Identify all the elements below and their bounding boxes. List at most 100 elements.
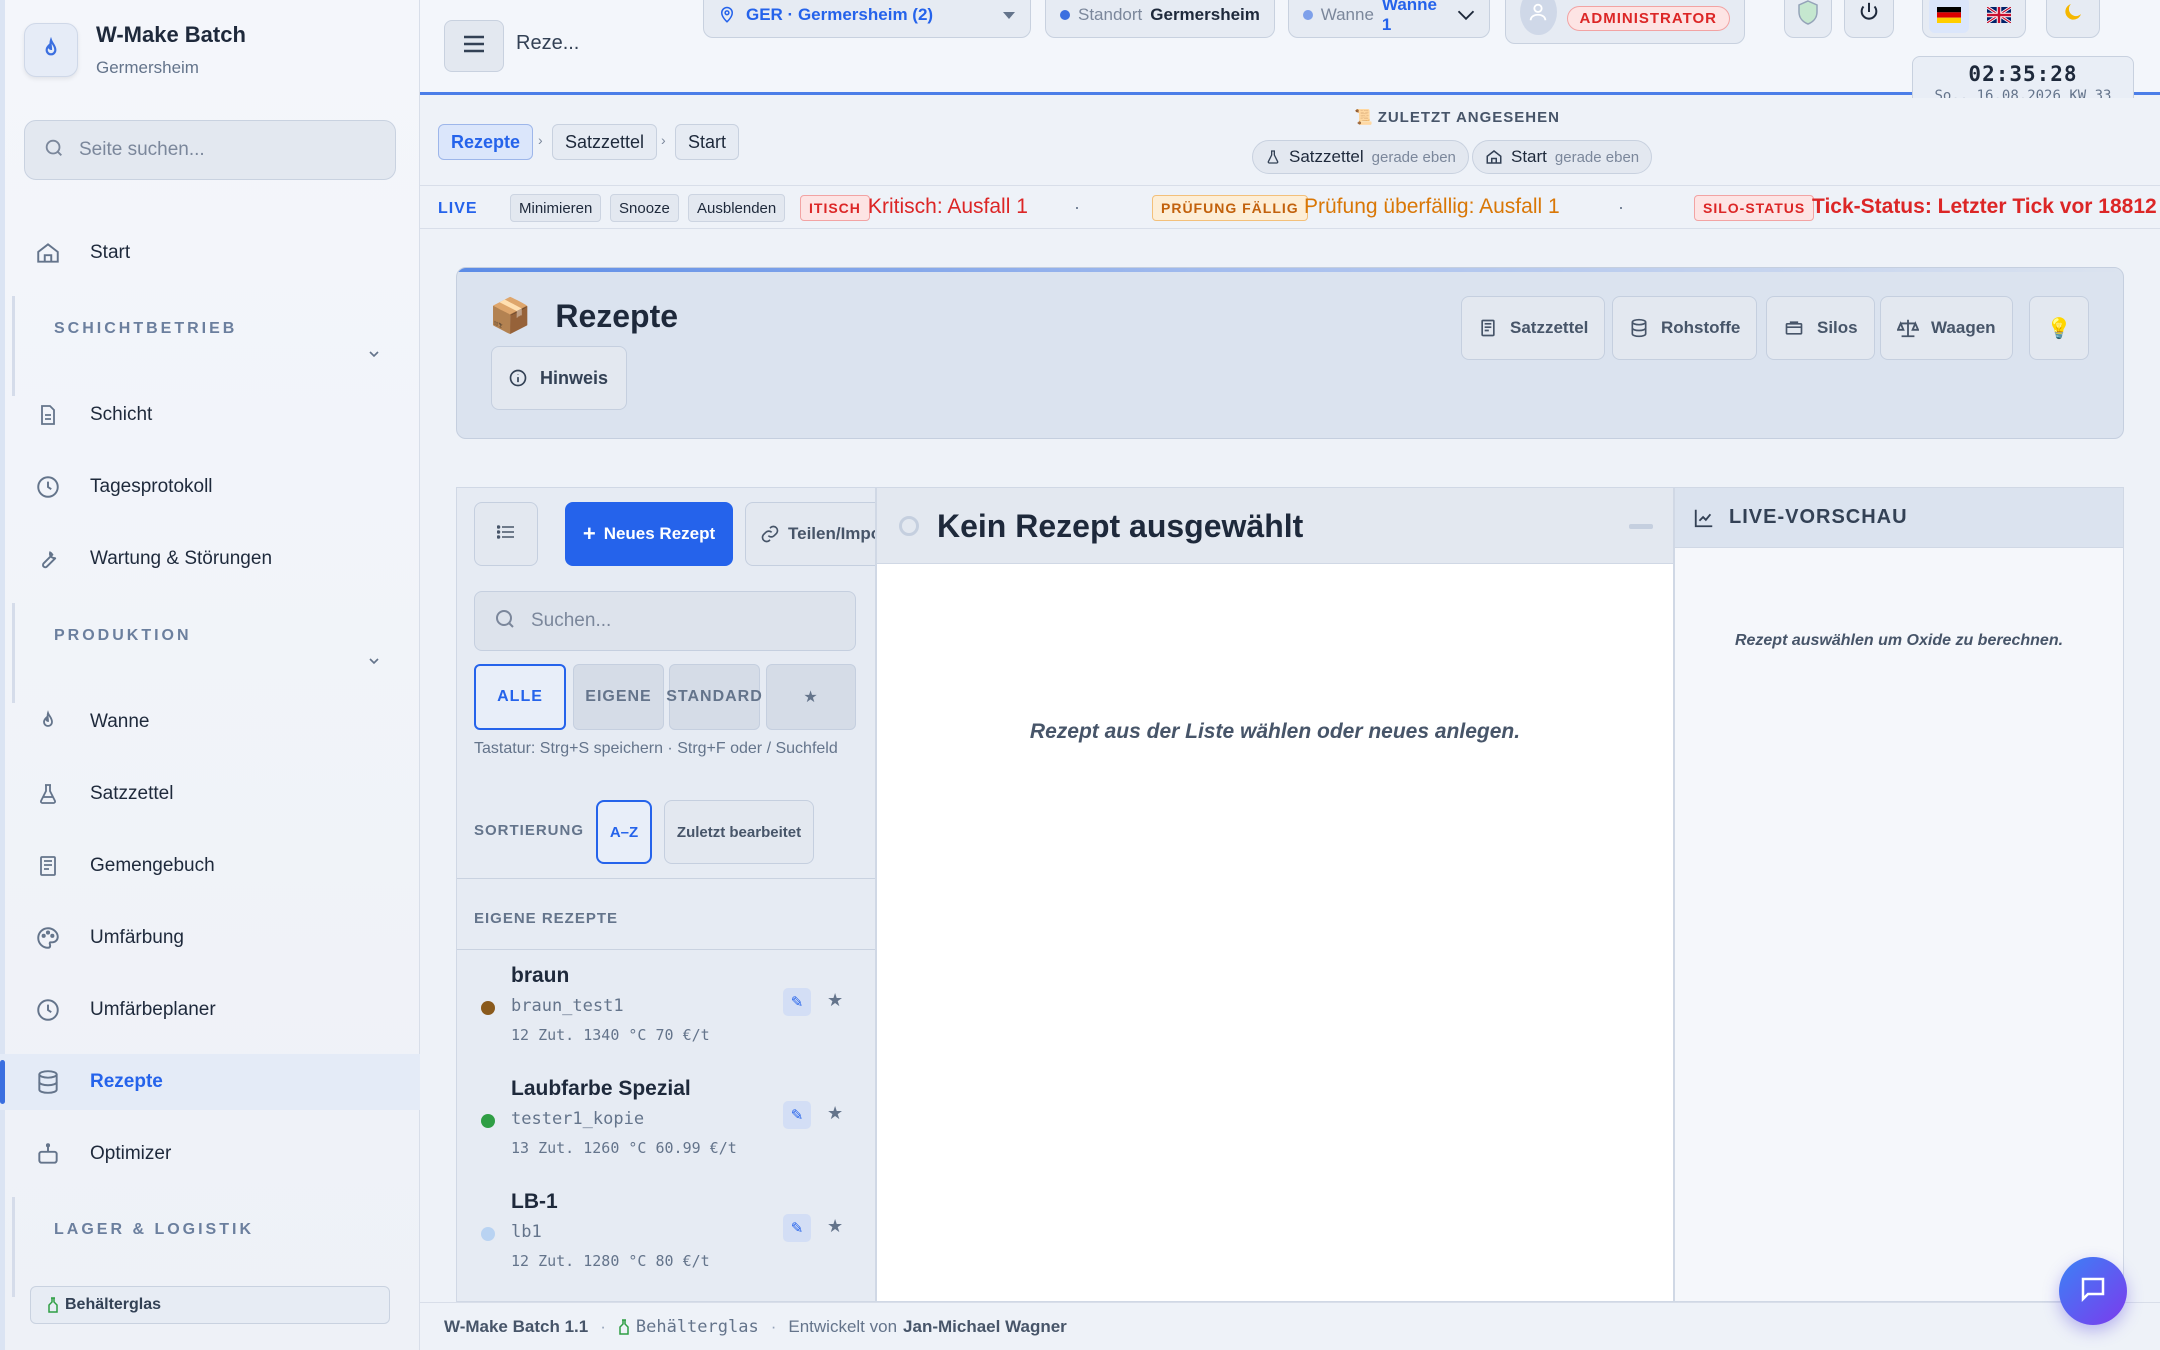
edit-recipe-button[interactable]: ✎: [783, 1214, 811, 1242]
tips-button[interactable]: 💡: [2029, 296, 2089, 360]
recipe-item[interactable]: braun braun_test1 12 Zut. 1340 °C 70 €/t…: [457, 950, 875, 1060]
minimize-icon[interactable]: [1629, 524, 1653, 529]
recent-item-satzzettel[interactable]: Satzzettel gerade eben: [1252, 140, 1469, 174]
recent-item-time: gerade eben: [1554, 148, 1640, 166]
section-lager-logistik[interactable]: LAGER & LOGISTIK: [12, 1197, 412, 1297]
sidebar-item-optimizer[interactable]: Optimizer: [0, 1126, 420, 1182]
footer-author: Jan-Michael Wagner: [903, 1316, 1067, 1336]
ticker-message-silo[interactable]: Tick-Status: Letzter Tick vor 18812: [1812, 195, 2157, 219]
breadcrumb-separator: ›: [538, 132, 543, 148]
share-import-button[interactable]: Teilen/Import: [745, 502, 875, 566]
favorite-star-icon[interactable]: ★: [827, 1216, 843, 1237]
breadcrumb-separator: ›: [661, 132, 666, 148]
sidebar-item-schicht[interactable]: Schicht: [0, 387, 420, 443]
user-menu[interactable]: ADMINISTRATOR: [1505, 0, 1745, 44]
location-select[interactable]: GER · Germersheim (2): [703, 0, 1031, 38]
recipe-search: [474, 591, 856, 651]
flame-logo-icon: [24, 23, 78, 77]
recipe-item[interactable]: Laubfarbe Spezial tester1_kopie 13 Zut. …: [457, 1063, 875, 1173]
bottle-icon: [618, 1318, 630, 1335]
recent-item-label: Satzzettel: [1289, 147, 1364, 166]
section-produktion[interactable]: PRODUKTION: [12, 603, 412, 703]
section-label: SCHICHTBETRIEB: [54, 320, 238, 337]
ticker-tag-silo: SILO-STATUS: [1694, 195, 1815, 221]
recipe-editor-panel: Kein Rezept ausgewählt Rezept aus der Li…: [876, 487, 1674, 1302]
edit-recipe-button[interactable]: ✎: [783, 1101, 811, 1129]
logout-button[interactable]: [1844, 0, 1894, 38]
sidebar-item-rezepte[interactable]: Rezepte: [0, 1054, 420, 1110]
ticker-snooze-button[interactable]: Snooze: [610, 194, 679, 222]
sidebar-item-wartung[interactable]: Wartung & Störungen: [0, 531, 420, 587]
wanne-select[interactable]: Wanne Wanne 1: [1288, 0, 1490, 38]
document-icon: [34, 401, 62, 429]
filter-favorites[interactable]: ★: [766, 664, 856, 730]
ticker-separator: ·: [1074, 197, 1080, 217]
breadcrumb-satzzettel[interactable]: Satzzettel: [552, 124, 658, 160]
footer-glass-type: Behälterglas: [635, 1316, 759, 1337]
chat-button[interactable]: [2059, 1257, 2127, 1325]
sort-recent-button[interactable]: Zuletzt bearbeitet: [664, 800, 814, 864]
security-button[interactable]: [1784, 0, 1832, 38]
hint-button[interactable]: Hinweis: [491, 346, 627, 410]
sidebar-item-gemengebuch[interactable]: Gemengebuch: [0, 838, 420, 894]
recently-viewed-title: 📜 ZULETZT ANGESEHEN: [1354, 108, 1560, 126]
ticker-minimize-button[interactable]: Minimieren: [510, 194, 602, 222]
package-icon: 📦: [489, 297, 532, 335]
sidebar-item-tagesprotokoll[interactable]: Tagesprotokoll: [0, 459, 420, 515]
sidebar-item-satzzettel[interactable]: Satzzettel: [0, 766, 420, 822]
recent-item-start[interactable]: Start gerade eben: [1472, 140, 1653, 174]
topbar: Reze... GER · Germersheim (2) Standort G…: [420, 0, 2160, 110]
link-icon: [760, 524, 780, 544]
sidebar-glass-type[interactable]: Behälterglas: [30, 1286, 390, 1324]
recipe-code: lb1: [511, 1222, 542, 1242]
brand[interactable]: W-Make Batch Germersheim: [24, 22, 246, 78]
filter-standard[interactable]: STANDARD: [666, 664, 762, 730]
ticker-message-critical[interactable]: Kritisch: Ausfall 1: [868, 195, 1028, 219]
standort-label: Standort: [1078, 5, 1143, 24]
breadcrumb-rezepte[interactable]: Rezepte: [438, 124, 534, 160]
sidebar-item-label: Start: [90, 242, 131, 263]
wanne-value: Wanne 1: [1381, 0, 1438, 34]
recipe-item[interactable]: LB-1 lb1 12 Zut. 1280 °C 80 €/t ✎ ★: [457, 1176, 875, 1286]
app-footer: W-Make Batch 1.1 · Behälterglas · Entwic…: [420, 1302, 2160, 1350]
sort-az-button[interactable]: A–Z: [596, 800, 652, 864]
clock-icon: [34, 996, 62, 1024]
section-label: PRODUKTION: [54, 627, 192, 644]
sidebar-item-umfaerbung[interactable]: Umfärbung: [0, 910, 420, 966]
footer-developed-by: Entwickelt von: [788, 1316, 898, 1336]
flag-de-icon[interactable]: [1929, 0, 1969, 33]
filter-alle[interactable]: ALLE: [474, 664, 566, 730]
alert-ticker: LIVE Minimieren Snooze Ausblenden ITISCH…: [420, 187, 2160, 229]
section-schichtbetrieb[interactable]: SCHICHTBETRIEB: [12, 296, 412, 396]
sidebar-search-input[interactable]: [79, 139, 359, 161]
new-recipe-button[interactable]: + Neues Rezept: [565, 502, 733, 566]
menu-button[interactable]: [444, 20, 504, 72]
sidebar-item-start[interactable]: Start: [0, 225, 420, 281]
theme-toggle-button[interactable]: [2046, 0, 2100, 38]
ticker-hide-button[interactable]: Ausblenden: [688, 194, 786, 222]
quicklink-silos[interactable]: Silos: [1766, 296, 1875, 360]
flag-uk-icon[interactable]: [1979, 0, 2019, 33]
breadcrumb-start[interactable]: Start: [675, 124, 740, 160]
sidebar-item-umfaerbeplaner[interactable]: Umfärbeplaner: [0, 982, 420, 1038]
quicklink-waagen[interactable]: Waagen: [1880, 296, 2013, 360]
standort-indicator[interactable]: Standort Germersheim: [1045, 0, 1275, 38]
sidebar-item-wanne[interactable]: Wanne: [0, 694, 420, 750]
edit-recipe-button[interactable]: ✎: [783, 988, 811, 1016]
brand-title: W-Make Batch: [96, 22, 246, 47]
toggle-list-button[interactable]: [474, 502, 538, 566]
recipe-name: braun: [511, 964, 570, 987]
favorite-star-icon[interactable]: ★: [827, 990, 843, 1011]
group-label-own: EIGENE REZEPTE: [474, 910, 619, 927]
recipe-color-swatch: [481, 1114, 495, 1128]
quicklink-label: Satzzettel: [1510, 318, 1589, 337]
filter-eigene[interactable]: EIGENE: [573, 664, 664, 730]
document-icon: [1478, 317, 1498, 339]
sidebar-item-label: Optimizer: [90, 1143, 172, 1164]
quicklink-rohstoffe[interactable]: Rohstoffe: [1612, 296, 1758, 360]
ticker-message-inspection[interactable]: Prüfung überfällig: Ausfall 1: [1304, 195, 1560, 219]
scale-icon: [1897, 317, 1919, 339]
favorite-star-icon[interactable]: ★: [827, 1103, 843, 1124]
recipe-search-input[interactable]: [531, 610, 831, 632]
quicklink-satzzettel[interactable]: Satzzettel: [1461, 296, 1606, 360]
